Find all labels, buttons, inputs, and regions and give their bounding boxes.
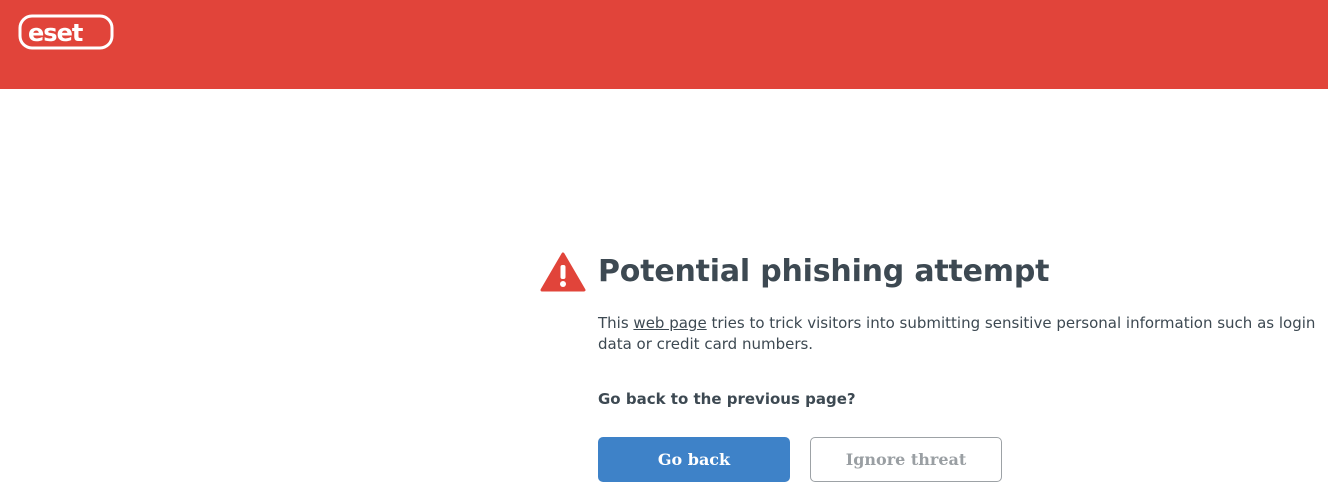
- description-prefix: This: [598, 314, 634, 332]
- header-bar: eset: [0, 0, 1328, 89]
- go-back-button[interactable]: Go back: [598, 437, 790, 482]
- page-title: Potential phishing attempt: [598, 254, 1050, 289]
- ignore-threat-button[interactable]: Ignore threat: [810, 437, 1002, 482]
- eset-logo: eset: [18, 14, 114, 50]
- warning-panel: Potential phishing attempt This web page…: [540, 252, 1328, 482]
- title-row: Potential phishing attempt: [540, 252, 1328, 296]
- warning-triangle-icon: [540, 252, 586, 292]
- web-page-link[interactable]: web page: [633, 314, 706, 332]
- svg-text:eset: eset: [28, 19, 83, 47]
- warning-description: This web page tries to trick visitors in…: [598, 313, 1328, 355]
- go-back-question: Go back to the previous page?: [598, 390, 856, 408]
